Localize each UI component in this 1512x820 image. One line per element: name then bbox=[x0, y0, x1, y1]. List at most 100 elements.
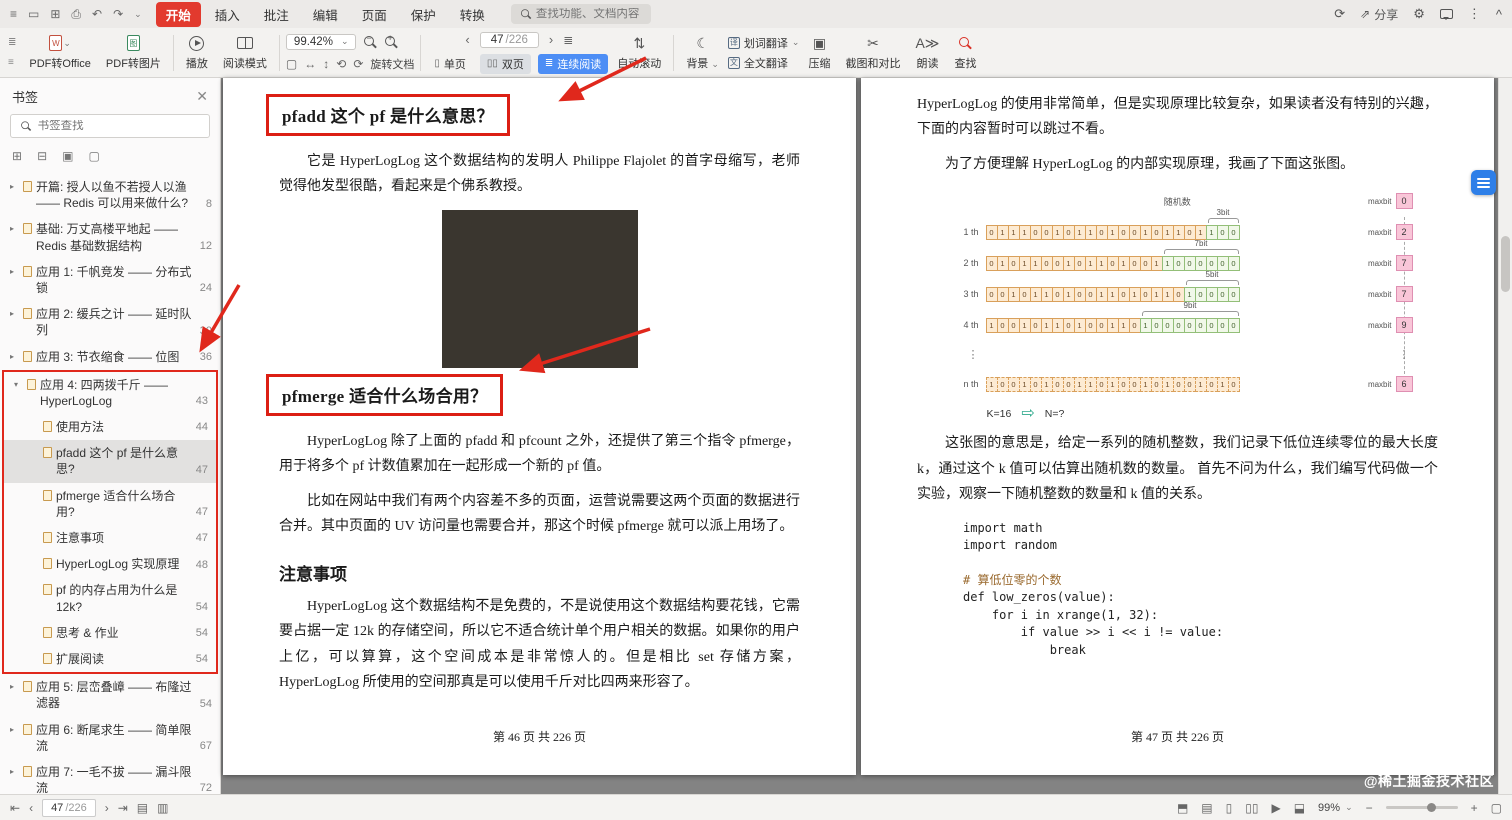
undo-icon[interactable]: ↶ bbox=[92, 7, 102, 21]
compress-button[interactable]: ▣ 压缩 bbox=[802, 32, 836, 74]
screenshot-compare-button[interactable]: ✂ 截图和对比 bbox=[839, 32, 906, 74]
zoom-out-icon[interactable]: − bbox=[363, 35, 377, 49]
bookmark-item[interactable]: pfadd 这个 pf 是什么意思?47 bbox=[4, 440, 216, 482]
bookmark-item[interactable]: ▸开篇: 授人以鱼不若授人以渔 —— Redis 可以用来做什么?8 bbox=[0, 174, 220, 216]
pdf-to-office-button[interactable]: W⌄ PDF转Office bbox=[23, 32, 97, 74]
chevron-right-icon[interactable]: ▸ bbox=[10, 179, 19, 193]
bookmark-item[interactable]: 扩展阅读54 bbox=[4, 646, 216, 672]
bookmark-item[interactable]: HyperLogLog 实现原理48 bbox=[4, 551, 216, 577]
chevron-right-icon[interactable]: ▸ bbox=[10, 264, 19, 278]
more-actions-caret-icon[interactable]: ⌄ bbox=[134, 9, 142, 20]
vertical-scrollbar[interactable] bbox=[1498, 78, 1512, 794]
pdf-to-image-button[interactable]: 图 PDF转图片 bbox=[100, 32, 167, 74]
bookmark-item[interactable]: pfmerge 适合什么场合用?47 bbox=[4, 483, 216, 525]
bookmark-item[interactable]: ▸应用 1: 千帆竞发 —— 分布式锁24 bbox=[0, 259, 220, 301]
tab-edit[interactable]: 编辑 bbox=[303, 2, 348, 27]
bookmark-item[interactable]: 使用方法44 bbox=[4, 414, 216, 440]
tab-protect[interactable]: 保护 bbox=[401, 2, 446, 27]
read-aloud-button[interactable]: A≫ 朗读 bbox=[909, 32, 945, 74]
zoom-in-icon[interactable]: + bbox=[1471, 801, 1478, 815]
zoom-out-icon[interactable]: − bbox=[1366, 801, 1373, 815]
rotate-left-icon[interactable]: ⟲ bbox=[336, 57, 346, 71]
add-bookmark-icon[interactable]: ▣ bbox=[62, 149, 73, 163]
settings-gear-icon[interactable]: ⚙ bbox=[1413, 6, 1425, 22]
bookmark-item[interactable]: ▸应用 2: 缓兵之计 —— 延时队列30 bbox=[0, 301, 220, 343]
tab-annotate[interactable]: 批注 bbox=[254, 2, 299, 27]
rotate-label[interactable]: 旋转文档 bbox=[370, 56, 414, 72]
background-button[interactable]: ☾ 背景 ⌄ bbox=[680, 32, 725, 74]
bookmark-item[interactable]: ▸应用 7: 一毛不拔 —— 漏斗限流72 bbox=[0, 759, 220, 794]
rotate-right-icon[interactable]: ⟳ bbox=[353, 57, 363, 71]
scrollbar-thumb[interactable] bbox=[1501, 236, 1510, 292]
bookmark-search[interactable] bbox=[10, 114, 210, 138]
panel-toggle-top-icon[interactable]: ≣ bbox=[8, 37, 16, 48]
chevron-right-icon[interactable]: ▸ bbox=[10, 306, 19, 320]
tab-insert[interactable]: 插入 bbox=[205, 2, 250, 27]
bookmark-item[interactable]: pf 的内存占用为什么是 12k?54 bbox=[4, 577, 216, 619]
delete-bookmark-icon[interactable]: ▢ bbox=[88, 149, 99, 163]
zoom-slider[interactable] bbox=[1386, 806, 1458, 809]
single-page-view-icon[interactable]: ▯ bbox=[1226, 801, 1233, 815]
panel-toggle-bottom-icon[interactable]: ≡ bbox=[8, 57, 16, 68]
comment-icon[interactable] bbox=[1440, 9, 1453, 19]
function-search[interactable] bbox=[511, 4, 651, 24]
save-icon[interactable]: ⊞ bbox=[50, 7, 60, 21]
zoom-in-icon[interactable]: + bbox=[384, 35, 398, 49]
prev-page-icon[interactable]: ‹ bbox=[29, 801, 33, 815]
print-icon[interactable]: ⎙ bbox=[71, 7, 81, 22]
fit-width-icon[interactable]: ↔ bbox=[304, 57, 316, 71]
prev-page-icon[interactable]: ‹ bbox=[462, 32, 472, 47]
select-tool-icon[interactable]: ▥ bbox=[157, 801, 168, 815]
double-page-button[interactable]: ▯▯双页 bbox=[480, 54, 531, 74]
chevron-right-icon[interactable]: ▸ bbox=[10, 349, 19, 363]
last-page-icon[interactable]: ⇥ bbox=[118, 801, 128, 815]
chevron-right-icon[interactable]: ▸ bbox=[10, 221, 19, 235]
fit-page-icon[interactable]: ▢ bbox=[286, 57, 297, 71]
open-file-icon[interactable]: ▭ bbox=[28, 7, 39, 21]
first-page-icon[interactable]: ⇤ bbox=[10, 801, 20, 815]
full-translate-button[interactable]: 文全文翻译 bbox=[728, 55, 800, 71]
bookmark-item[interactable]: ▸应用 5: 层峦叠嶂 —— 布隆过滤器54 bbox=[0, 674, 220, 716]
zoom-slider-thumb[interactable] bbox=[1427, 803, 1436, 812]
chevron-right-icon[interactable]: ▸ bbox=[10, 722, 19, 736]
tab-home[interactable]: 开始 bbox=[156, 2, 201, 27]
chevron-right-icon[interactable]: ▸ bbox=[10, 764, 19, 778]
more-menu-icon[interactable]: ⋮ bbox=[1468, 6, 1481, 22]
read-mode-button[interactable]: 阅读模式 bbox=[217, 32, 273, 74]
bookmark-search-input[interactable] bbox=[38, 120, 201, 132]
slideshow-icon[interactable]: ▶ bbox=[1271, 801, 1280, 815]
collapse-all-icon[interactable]: ⊟ bbox=[37, 149, 47, 163]
bookmark-item[interactable]: ▸应用 6: 断尾求生 —— 简单限流67 bbox=[0, 717, 220, 759]
share-button[interactable]: ⇗分享 bbox=[1360, 6, 1398, 23]
sync-icon[interactable]: ⟳ bbox=[1334, 6, 1345, 22]
full-width-icon[interactable]: ⬓ bbox=[1294, 801, 1305, 815]
thumbnail-view-icon[interactable]: ▤ bbox=[1201, 801, 1212, 815]
redo-icon[interactable]: ↷ bbox=[113, 7, 123, 21]
document-canvas[interactable]: pfadd 这个 pf 是什么意思？ 它是 HyperLogLog 这个数据结构… bbox=[221, 78, 1512, 794]
page-47[interactable]: HyperLogLog 的使用非常简单，但是实现原理比较复杂，如果读者没有特别的… bbox=[861, 78, 1494, 775]
single-page-button[interactable]: ▯单页 bbox=[427, 54, 473, 74]
word-translate-button[interactable]: 译划词翻译⌄ bbox=[728, 35, 800, 51]
bookmark-item[interactable]: ▾应用 4: 四两拨千斤 —— HyperLogLog43 bbox=[4, 372, 216, 414]
status-page-input[interactable]: 47/226 bbox=[42, 799, 96, 817]
collapse-ribbon-icon[interactable]: ^ bbox=[1496, 7, 1502, 22]
next-page-icon[interactable]: › bbox=[105, 801, 109, 815]
status-zoom-select[interactable]: 99%⌄ bbox=[1318, 802, 1353, 814]
auto-scroll-button[interactable]: ⇅ 自动滚动 bbox=[611, 32, 667, 74]
page-46[interactable]: pfadd 这个 pf 是什么意思？ 它是 HyperLogLog 这个数据结构… bbox=[223, 78, 856, 775]
chevron-right-icon[interactable]: ▸ bbox=[10, 679, 19, 693]
chevron-right-icon[interactable]: ▾ bbox=[14, 377, 23, 391]
function-search-input[interactable] bbox=[536, 8, 643, 20]
next-page-icon[interactable]: › bbox=[546, 32, 556, 47]
menu-icon[interactable]: ≡ bbox=[10, 7, 17, 21]
continuous-read-button[interactable]: ≣连续阅读 bbox=[538, 54, 608, 74]
fit-height-icon[interactable]: ↕ bbox=[323, 57, 329, 71]
fullscreen-icon[interactable]: ▢ bbox=[1491, 801, 1502, 815]
double-page-view-icon[interactable]: ▯▯ bbox=[1245, 801, 1258, 815]
tab-page[interactable]: 页面 bbox=[352, 2, 397, 27]
bookmark-item[interactable]: ▸基础: 万丈高楼平地起 ——Redis 基础数据结构12 bbox=[0, 216, 220, 258]
zoom-select[interactable]: 99.42%⌄ bbox=[286, 34, 357, 50]
bookmark-item[interactable]: 思考 & 作业54 bbox=[4, 620, 216, 646]
tab-convert[interactable]: 转换 bbox=[450, 2, 495, 27]
bookmark-item[interactable]: 注意事项47 bbox=[4, 525, 216, 551]
